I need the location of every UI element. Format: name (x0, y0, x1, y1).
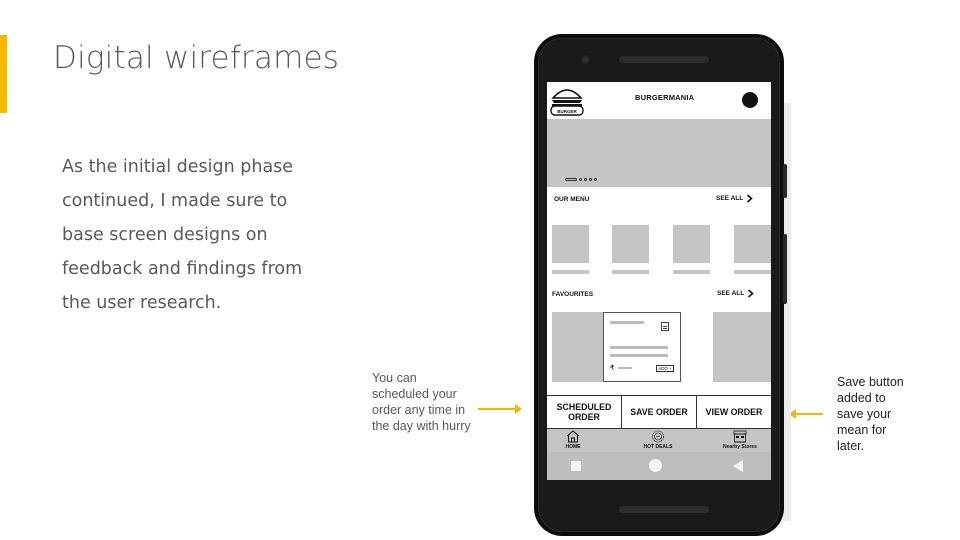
see-all-label: SEE ALL (716, 195, 744, 202)
carousel-dot (579, 178, 582, 181)
order-action-row: SCHEDULED ORDER SAVE ORDER VIEW ORDER (547, 395, 771, 429)
app-header: BURGER BURGERMANIA (547, 82, 771, 119)
carousel-dot (584, 178, 587, 181)
slide-body-text: As the initial design phase continued, I… (62, 157, 303, 313)
tab-label: HOT DEALS (643, 444, 673, 450)
bottom-tab-bar: HOME HOT DEALS Nearby Stores (547, 429, 771, 452)
recent-apps-icon[interactable] (571, 461, 581, 471)
note-scheduled-order: You can scheduled your order any time in… (372, 371, 471, 433)
power-button (783, 234, 787, 304)
tab-hot-deals[interactable]: HOT DEALS (637, 429, 679, 452)
logo-text: BURGER (557, 109, 577, 114)
app-screen: BURGER BURGERMANIA OUR MENU SEE ALL FAVO… (547, 82, 771, 480)
favourite-card[interactable]: ₹ ADD + (603, 312, 681, 382)
home-icon (566, 430, 580, 443)
favourite-card-left[interactable] (552, 312, 603, 382)
accent-bar (0, 35, 7, 113)
hero-banner[interactable] (547, 119, 771, 187)
home-circle-icon[interactable] (649, 459, 662, 472)
slide-title: Digital wireframes (53, 40, 340, 76)
brand-name: BURGERMANIA (635, 93, 695, 102)
view-order-button[interactable]: VIEW ORDER (697, 396, 771, 428)
favourites-label: FAVOURITES (552, 291, 594, 298)
menu-item-caption (673, 270, 710, 274)
favourites-see-all-link[interactable]: SEE ALL (717, 289, 754, 298)
bottom-speaker-grille (619, 506, 709, 513)
carousel-indicator[interactable] (565, 178, 597, 181)
note-save-button: Save button added to save your mean for … (837, 375, 904, 453)
chevron-right-icon (748, 289, 754, 298)
tab-nearby-stores[interactable]: Nearby Stores (715, 429, 765, 452)
our-menu-see-all-link[interactable]: SEE ALL (716, 194, 753, 203)
favourite-desc-line (610, 354, 668, 357)
menu-item-card[interactable] (612, 225, 649, 263)
tab-label: HOME (565, 444, 581, 450)
scheduled-order-button[interactable]: SCHEDULED ORDER (547, 396, 622, 428)
android-nav-bar (547, 452, 771, 480)
see-all-label: SEE ALL (717, 290, 745, 297)
burger-logo-icon[interactable]: BURGER (549, 84, 585, 118)
arrow-right-icon (478, 404, 522, 414)
tab-label: Nearby Stores (723, 444, 757, 450)
camera-icon (581, 55, 590, 64)
back-triangle-icon[interactable] (733, 460, 743, 472)
carousel-dot (594, 178, 597, 181)
carousel-indicator-active (565, 178, 577, 181)
receipt-icon (661, 322, 669, 331)
hot-deals-badge-icon (652, 430, 664, 443)
favourite-card-right[interactable] (713, 312, 771, 382)
profile-avatar[interactable] (742, 92, 758, 108)
menu-item-card[interactable] (673, 225, 710, 263)
rupee-icon: ₹ (610, 365, 615, 372)
our-menu-label: OUR MENU (554, 196, 590, 203)
menu-item-caption (734, 270, 771, 274)
speaker-grille (619, 56, 709, 63)
chevron-right-icon (747, 194, 753, 203)
menu-item-caption (552, 270, 589, 274)
volume-button (783, 164, 787, 198)
menu-item-caption (612, 270, 649, 274)
store-icon (733, 430, 747, 443)
menu-item-card[interactable] (552, 225, 589, 263)
price-line (618, 367, 632, 369)
add-to-cart-button[interactable]: ADD + (656, 365, 674, 372)
favourite-desc-line (610, 346, 668, 349)
arrow-left-icon (789, 409, 823, 419)
save-order-button[interactable]: SAVE ORDER (622, 396, 697, 428)
carousel-dot (589, 178, 592, 181)
tab-home[interactable]: HOME (557, 429, 589, 452)
menu-item-card[interactable] (734, 225, 771, 263)
favourite-title-line (610, 321, 644, 324)
